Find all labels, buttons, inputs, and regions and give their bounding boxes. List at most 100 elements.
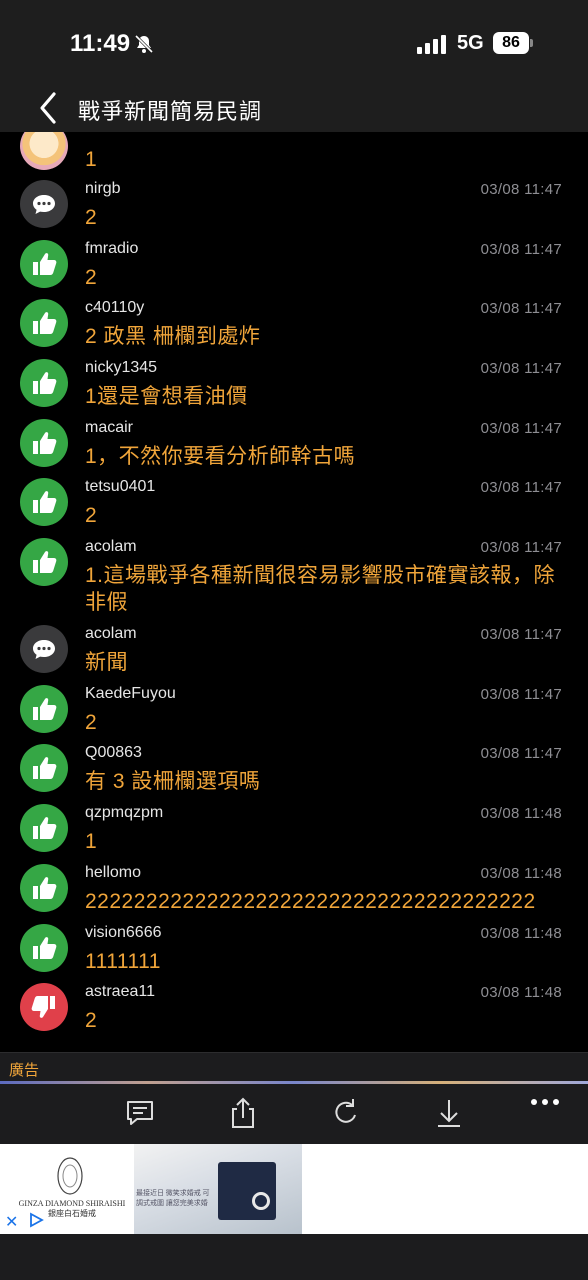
comment-row[interactable]: c40110y 03/08 11:47 2 政黑 柵欄到處炸 — [0, 291, 588, 351]
thumbs-up-icon — [33, 253, 57, 275]
upvote-badge — [20, 744, 68, 792]
bottom-toolbar — [0, 1084, 588, 1144]
ad-close-button[interactable]: ✕ — [5, 1212, 18, 1232]
ad-strip: 廣告 — [0, 1052, 588, 1085]
ad-label: 廣告 — [9, 1062, 40, 1079]
comment-text: 1.這場戰爭各種新聞很容易影響股市確實該報，除非假 — [85, 564, 556, 614]
comment-username[interactable]: acolam — [85, 625, 137, 643]
signal-icon — [417, 35, 446, 54]
comment-text: 2 — [85, 206, 98, 229]
comment-username[interactable]: tetsu0401 — [85, 478, 155, 496]
comment-badge — [20, 180, 68, 228]
thumbs-up-icon — [33, 817, 57, 839]
comment-text: 2 — [85, 711, 98, 734]
comment-row[interactable]: nirgb 03/08 11:47 2 — [0, 172, 588, 232]
thumbs-up-icon — [33, 698, 57, 720]
user-avatar — [20, 132, 68, 170]
share-icon — [232, 1097, 254, 1128]
comment-row[interactable]: 1 — [0, 132, 588, 174]
comment-text: 2 — [85, 504, 98, 527]
comment-row[interactable]: acolam 03/08 11:47 1.這場戰爭各種新聞很容易影響股市確實該報，除… — [0, 530, 588, 614]
upvote-badge — [20, 864, 68, 912]
speech-bubble-icon — [127, 1101, 153, 1125]
comment-time: 03/08 11:47 — [480, 241, 562, 258]
status-time: 11:49 — [70, 30, 131, 57]
comment-text: 1，不然你要看分析師幹古嗎 — [85, 445, 356, 468]
upvote-badge — [20, 299, 68, 347]
thumbs-up-icon — [33, 312, 57, 334]
comment-row[interactable]: tetsu0401 03/08 11:47 2 — [0, 470, 588, 530]
comment-time: 03/08 11:47 — [480, 300, 562, 317]
comment-row[interactable]: macair 03/08 11:47 1，不然你要看分析師幹古嗎 — [0, 411, 588, 471]
network-type: 5G — [457, 32, 484, 54]
comment-time: 03/08 11:47 — [480, 420, 562, 437]
battery-icon: 86 — [493, 32, 533, 54]
comment-username[interactable]: c40110y — [85, 299, 144, 317]
comment-time: 03/08 11:47 — [480, 686, 562, 703]
comment-username[interactable]: qzpmqzpm — [85, 804, 163, 822]
comment-username[interactable]: macair — [85, 419, 133, 437]
comment-row[interactable]: acolam 03/08 11:47 新聞 — [0, 617, 588, 677]
thumbs-up-icon — [33, 432, 57, 454]
comment-text: 有 3 設柵欄選項嗎 — [85, 770, 261, 793]
page-title: 戰爭新聞簡易民調 — [78, 99, 263, 124]
comment-text: 2 — [85, 1009, 98, 1032]
bell-off-icon — [134, 34, 154, 54]
comment-row[interactable]: fmradio 03/08 11:47 2 — [0, 232, 588, 292]
banner-ad[interactable]: GINZA DIAMOND SHIRAISHI 銀座白石婚戒 最接近日 微笑求婚… — [0, 1144, 588, 1234]
comment-username[interactable]: vision6666 — [85, 924, 162, 942]
comment-row[interactable]: vision6666 03/08 11:48 1111111 — [0, 916, 588, 976]
comment-list[interactable]: 1 nirgb 03/08 11:47 2 fmradio 03/08 11:47 2 c40… — [0, 132, 588, 1052]
top-bar: 11:49 5G 86 戰爭新聞簡易民調 — [0, 0, 588, 132]
more-button[interactable] — [528, 1092, 562, 1112]
comment-time: 03/08 11:47 — [480, 745, 562, 762]
ad-choices-icon[interactable] — [28, 1212, 44, 1228]
comment-time: 03/08 11:47 — [480, 360, 562, 377]
comment-username[interactable]: fmradio — [85, 240, 138, 258]
comment-row[interactable]: qzpmqzpm 03/08 11:48 1 — [0, 796, 588, 856]
comment-text: 2 — [85, 266, 98, 289]
comment-username[interactable]: Q00863 — [85, 744, 142, 762]
thumbs-up-icon — [33, 372, 57, 394]
upvote-badge — [20, 478, 68, 526]
thumbs-up-icon — [33, 937, 57, 959]
comment-row[interactable]: Q00863 03/08 11:47 有 3 設柵欄選項嗎 — [0, 736, 588, 796]
comment-username[interactable]: nicky1345 — [85, 359, 157, 377]
comment-time: 03/08 11:47 — [480, 479, 562, 496]
comment-username[interactable]: acolam — [85, 538, 137, 556]
thumbs-down-icon — [31, 996, 55, 1018]
comment-text: 新聞 — [85, 651, 128, 674]
ad-copy: 最接近日 微笑求婚戒 可調式戒圍 讓您完美求婚 — [136, 1189, 210, 1207]
thumbs-up-icon — [33, 757, 57, 779]
share-button[interactable] — [226, 1096, 260, 1130]
comment-row[interactable]: hellomo 03/08 11:48 2222222222222222222222… — [0, 856, 588, 916]
comment-time: 03/08 11:48 — [480, 865, 562, 882]
comment-row[interactable]: astraea11 03/08 11:48 2 — [0, 975, 588, 1035]
upvote-badge — [20, 538, 68, 586]
comment-button[interactable] — [123, 1096, 157, 1130]
refresh-button[interactable] — [329, 1096, 363, 1130]
upvote-badge — [20, 924, 68, 972]
comment-time: 03/08 11:47 — [480, 181, 562, 198]
download-button[interactable] — [432, 1096, 466, 1130]
back-button[interactable] — [34, 90, 64, 126]
comment-username[interactable]: astraea11 — [85, 983, 155, 1001]
comment-username[interactable]: KaedeFuyou — [85, 685, 176, 703]
comment-time: 03/08 11:48 — [480, 984, 562, 1001]
comment-time: 03/08 11:47 — [480, 626, 562, 643]
comment-username[interactable]: nirgb — [85, 180, 121, 198]
battery-level: 86 — [493, 32, 529, 54]
thumbs-up-icon — [33, 551, 57, 573]
thumbs-up-icon — [33, 491, 57, 513]
comment-text: 1 — [85, 830, 98, 853]
upvote-badge — [20, 804, 68, 852]
comment-username[interactable]: hellomo — [85, 864, 141, 882]
comment-row[interactable]: nicky1345 03/08 11:47 1還是會想看油價 — [0, 351, 588, 411]
comment-time: 03/08 11:48 — [480, 805, 562, 822]
comment-badge — [20, 625, 68, 673]
comment-row[interactable]: KaedeFuyou 03/08 11:47 2 — [0, 677, 588, 737]
refresh-icon — [335, 1099, 356, 1123]
comment-text: 2 政黑 柵欄到處炸 — [85, 325, 261, 348]
speech-bubble-icon — [33, 640, 55, 659]
thumbs-up-icon — [33, 877, 57, 899]
